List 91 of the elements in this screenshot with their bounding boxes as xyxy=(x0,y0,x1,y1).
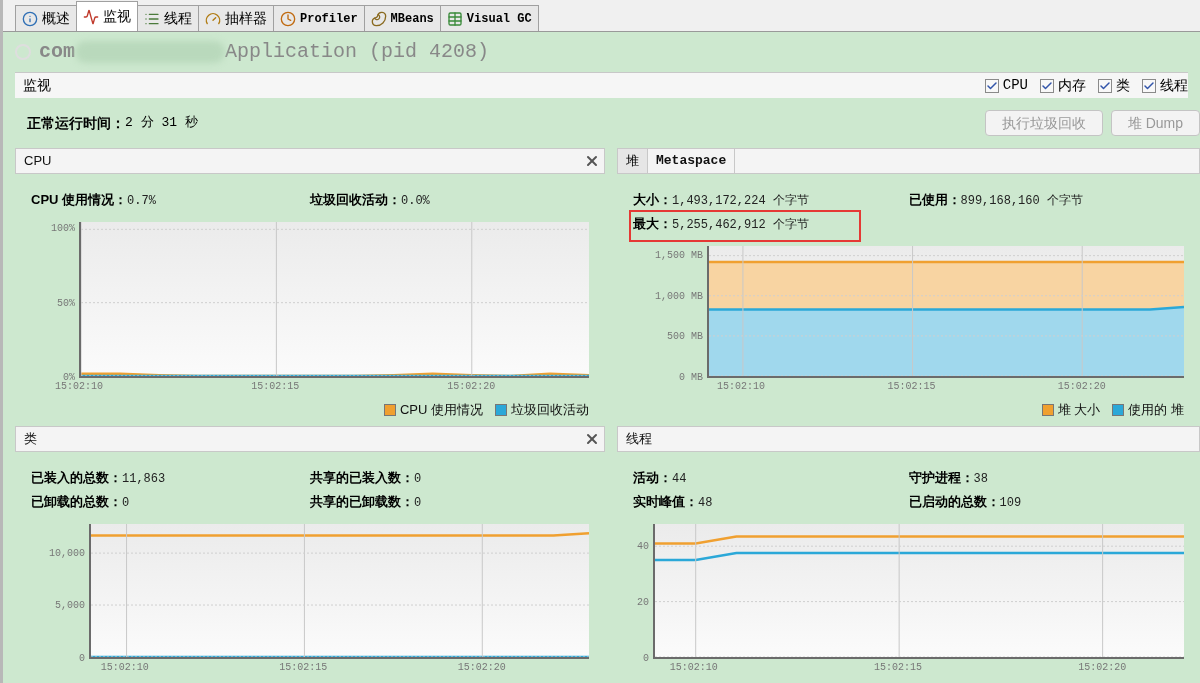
stat-label: 已启动的总数： xyxy=(908,493,1000,511)
legend-label: 使用的 堆 xyxy=(1128,401,1184,420)
clock-icon xyxy=(280,10,296,27)
panel-tab[interactable]: 堆 xyxy=(618,149,648,173)
legend-swatch xyxy=(495,404,507,416)
stat-label: 已使用： xyxy=(908,191,961,209)
table-icon xyxy=(446,10,463,27)
stat-label: 守护进程： xyxy=(908,469,974,487)
legend-swatch xyxy=(383,404,396,416)
stat-label: 已装入的总数： xyxy=(31,469,122,487)
bean-icon xyxy=(370,10,387,27)
app-title: com xyxy=(39,39,75,65)
stat-label: CPU 使用情况： xyxy=(31,191,128,209)
uptime-label: 正常运行时间： xyxy=(27,113,125,133)
checkbox[interactable]: 类 xyxy=(1098,75,1130,96)
y-axis-label: 0% xyxy=(63,373,75,383)
x-axis-label: 15:02:10 xyxy=(669,663,718,673)
tab[interactable]: Visual GC xyxy=(439,5,539,31)
y-axis-label: 500 MB xyxy=(667,332,703,343)
stat-label: 共享的已装入数： xyxy=(310,469,414,487)
stat-value: 109 xyxy=(999,495,1022,512)
x-axis-label: 15:02:20 xyxy=(447,382,496,392)
tab[interactable]: Profiler xyxy=(273,5,365,31)
y-axis-label: 5,000 xyxy=(55,601,85,612)
tab[interactable]: 监视 xyxy=(76,1,138,31)
section-title: 监视 xyxy=(23,76,51,95)
y-axis-label: 1,500 MB xyxy=(655,250,703,261)
activity-chart-icon xyxy=(83,8,99,25)
tab[interactable]: 线程 xyxy=(137,5,199,31)
checkbox[interactable]: 线程 xyxy=(1142,75,1188,96)
info-icon xyxy=(22,10,38,27)
stat-value: 44 xyxy=(672,471,687,488)
legend-swatch xyxy=(1041,404,1054,416)
stat-value: 5,255,462,912 个字节 xyxy=(672,217,809,234)
x-axis-label: 15:02:20 xyxy=(1078,663,1127,673)
stat-value: 0 xyxy=(122,495,130,512)
panel-title: 线程 xyxy=(625,430,653,449)
stat-value: 11,863 xyxy=(122,471,166,488)
check-icon xyxy=(985,79,998,92)
stat-label: 垃圾回收活动： xyxy=(310,191,401,209)
gauge-icon xyxy=(205,10,221,27)
panel-title: 类 xyxy=(23,430,38,449)
stat-value: 0 xyxy=(414,495,422,512)
stat-label: 最大： xyxy=(633,215,672,233)
x-axis-label: 15:02:10 xyxy=(100,663,149,673)
stat-value: 899,168,160 个字节 xyxy=(960,193,1083,210)
y-axis-label: 40 xyxy=(637,541,649,552)
tab[interactable]: MBeans xyxy=(363,5,441,31)
y-axis-label: 0 MB xyxy=(679,373,703,383)
stat-label: 实时峰值： xyxy=(633,493,698,511)
uptime-value: 2 分 31 秒 xyxy=(125,114,198,133)
x-axis-label: 15:02:20 xyxy=(1057,382,1106,392)
tab[interactable]: 概述 xyxy=(15,5,77,31)
stat-label: 活动： xyxy=(633,469,672,487)
stat-label: 共享的已卸载数： xyxy=(310,493,414,511)
checkbox[interactable]: 内存 xyxy=(1040,75,1086,96)
x-axis-label: 15:02:15 xyxy=(279,663,328,673)
stat-value: 0.0% xyxy=(401,193,430,210)
close-icon[interactable] xyxy=(584,153,600,169)
x-axis-label: 15:02:15 xyxy=(874,663,923,673)
y-axis-label: 0 xyxy=(643,654,649,664)
stat-value: 38 xyxy=(973,471,988,488)
app-title: Application (pid 4208) xyxy=(225,39,490,65)
stat-value: 48 xyxy=(698,495,713,512)
stat-value: 0.7% xyxy=(127,193,156,210)
x-axis-label: 15:02:10 xyxy=(717,382,766,392)
legend-label: CPU 使用情况 xyxy=(399,401,483,420)
x-axis-label: 15:02:20 xyxy=(457,663,506,673)
stat-label: 大小： xyxy=(633,191,672,209)
y-axis-label: 50% xyxy=(57,298,75,309)
y-axis-label: 10,000 xyxy=(49,548,85,559)
check-icon xyxy=(1041,79,1053,92)
stat-value: 0 xyxy=(414,471,422,488)
check-icon xyxy=(1099,79,1111,92)
y-axis-label: 100% xyxy=(51,224,75,235)
legend-swatch xyxy=(1112,404,1125,416)
legend-label: 垃圾回收活动 xyxy=(511,401,589,420)
panel-title: CPU xyxy=(23,152,53,171)
x-axis-label: 15:02:15 xyxy=(887,382,936,392)
close-icon[interactable] xyxy=(584,431,600,447)
stat-value: 1,493,172,224 个字节 xyxy=(672,193,809,210)
x-axis-label: 15:02:10 xyxy=(55,382,103,392)
check-icon xyxy=(1143,79,1155,92)
x-axis-label: 15:02:15 xyxy=(251,382,300,392)
tab[interactable]: 抽样器 xyxy=(198,5,274,31)
y-axis-label: 1,000 MB xyxy=(655,291,703,302)
legend-label: 堆 大小 xyxy=(1057,401,1101,420)
y-axis-label: 0 xyxy=(79,654,85,664)
y-axis-label: 20 xyxy=(637,597,649,608)
checkbox[interactable]: CPU xyxy=(984,75,1028,96)
stat-label: 已卸载的总数： xyxy=(31,493,122,511)
